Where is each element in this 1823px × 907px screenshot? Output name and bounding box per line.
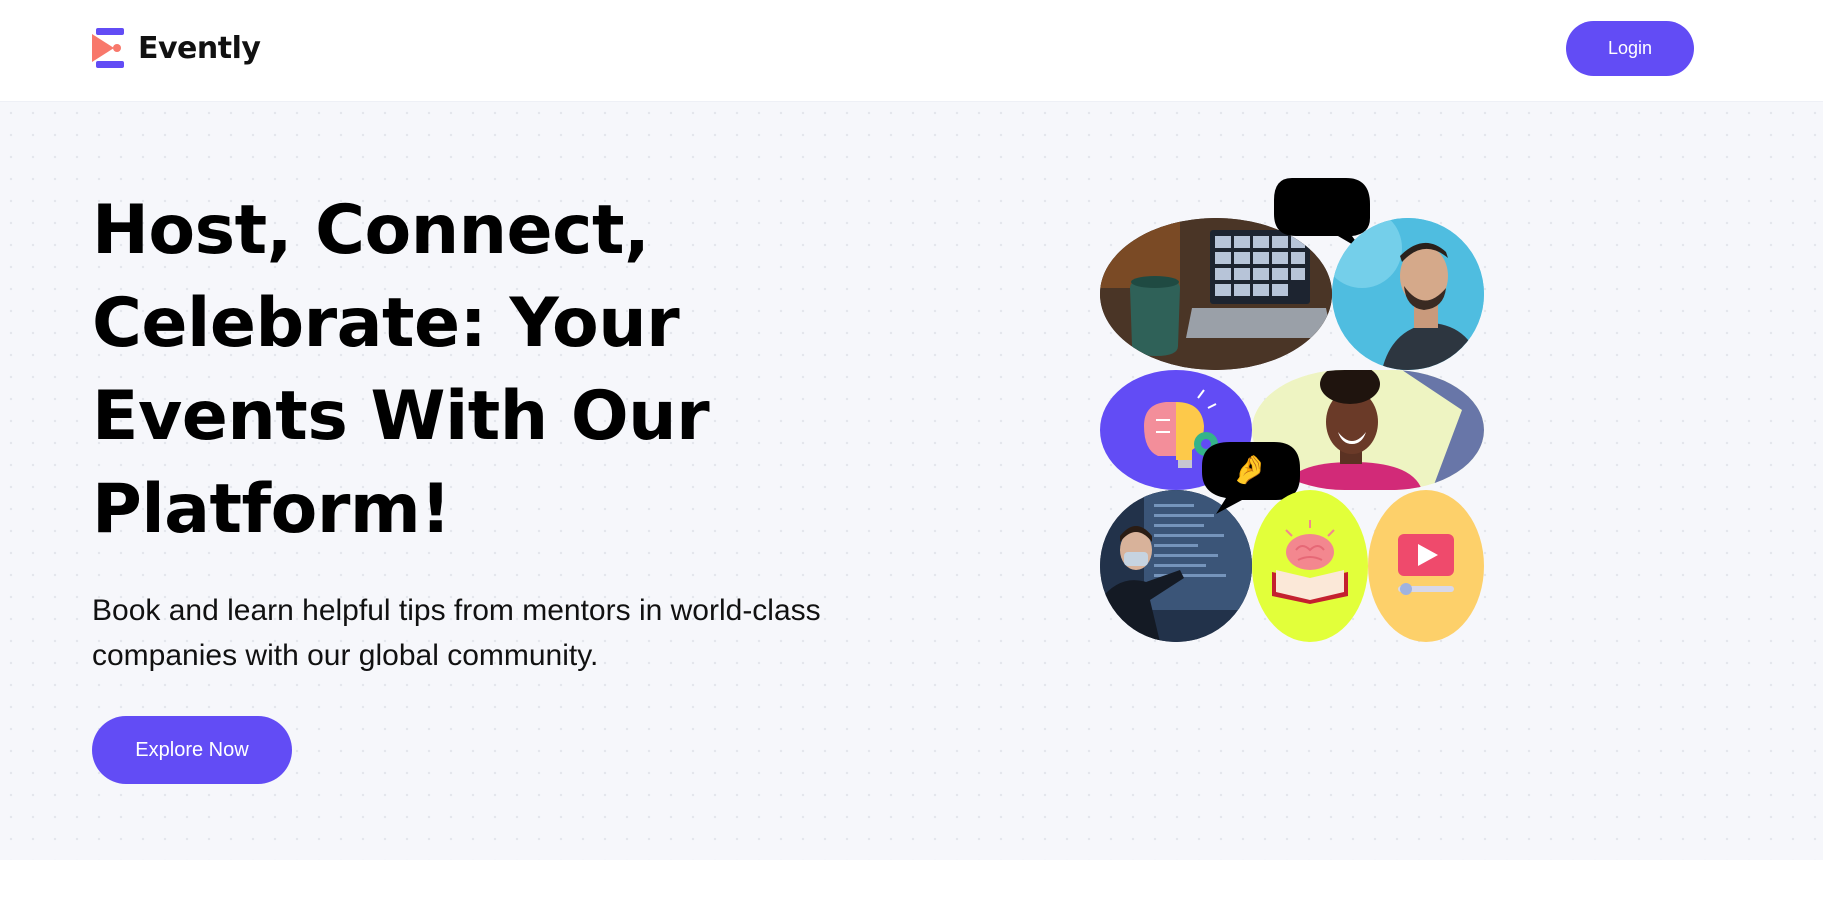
heart-eyes-emoji: 😍: [1304, 188, 1336, 223]
pinched-fingers-emoji: 🤌: [1232, 453, 1267, 486]
logo-link[interactable]: Evently: [92, 28, 261, 68]
login-button[interactable]: Login: [1566, 21, 1694, 76]
hero-title: Host, Connect, Celebrate: Your Events Wi…: [92, 191, 710, 549]
smiling-man-photo: [1332, 218, 1484, 370]
brand-name: Evently: [138, 30, 261, 66]
hero-collage: 😍 🤌: [1090, 170, 1500, 650]
site-header: Evently Login: [0, 0, 1823, 102]
video-player-illustration: [1368, 490, 1484, 642]
evently-logo-icon: [92, 28, 124, 68]
hero-section: Host, Connect, Celebrate: Your Events Wi…: [0, 102, 1823, 860]
explore-now-button[interactable]: Explore Now: [92, 716, 292, 784]
brain-book-illustration: [1252, 490, 1368, 642]
hero-subtitle: Book and learn helpful tips from mentors…: [92, 594, 821, 672]
